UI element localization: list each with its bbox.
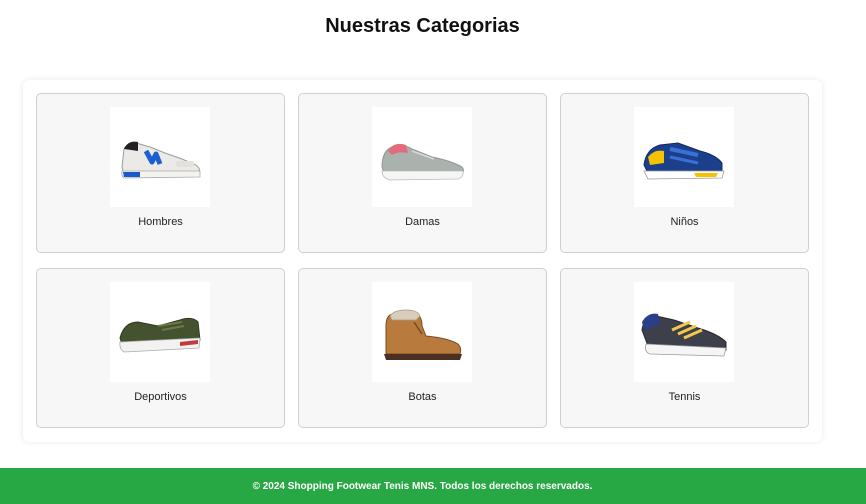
site-footer: © 2024 Shopping Footwear Tenis MNS. Todo… — [0, 468, 866, 504]
boot-icon — [384, 309, 462, 360]
page: Nuestras Categorias Hombres Damas Niños … — [0, 0, 866, 504]
men-sneaker-icon — [121, 141, 201, 179]
category-label: Hombres — [138, 216, 183, 228]
category-card-deportivos[interactable]: Deportivos — [36, 268, 285, 428]
category-card-ninos[interactable]: Niños — [560, 93, 809, 253]
kids-sneaker-icon — [643, 142, 725, 180]
footer-copyright: © 2024 Shopping Footwear Tenis MNS. Todo… — [252, 480, 593, 492]
category-image — [110, 282, 210, 382]
categories-panel: Hombres Damas Niños Deportivos Botas Ten… — [23, 80, 822, 442]
category-label: Tennis — [668, 391, 701, 403]
categories-grid: Hombres Damas Niños Deportivos Botas Ten… — [36, 93, 809, 428]
sport-shoe-icon — [119, 317, 201, 353]
category-image — [634, 107, 734, 207]
tennis-shoe-icon — [641, 313, 727, 357]
category-card-botas[interactable]: Botas — [298, 268, 547, 428]
category-card-hombres[interactable]: Hombres — [36, 93, 285, 253]
category-image — [372, 107, 472, 207]
category-image — [634, 282, 734, 382]
category-label: Niños — [670, 216, 699, 228]
category-label: Botas — [408, 391, 437, 403]
category-image — [110, 107, 210, 207]
category-card-damas[interactable]: Damas — [298, 93, 547, 253]
category-card-tennis[interactable]: Tennis — [560, 268, 809, 428]
page-title: Nuestras Categorias — [325, 15, 520, 37]
category-image — [372, 282, 472, 382]
women-sneaker-icon — [381, 143, 464, 181]
category-label: Deportivos — [134, 391, 187, 403]
category-label: Damas — [405, 216, 440, 228]
